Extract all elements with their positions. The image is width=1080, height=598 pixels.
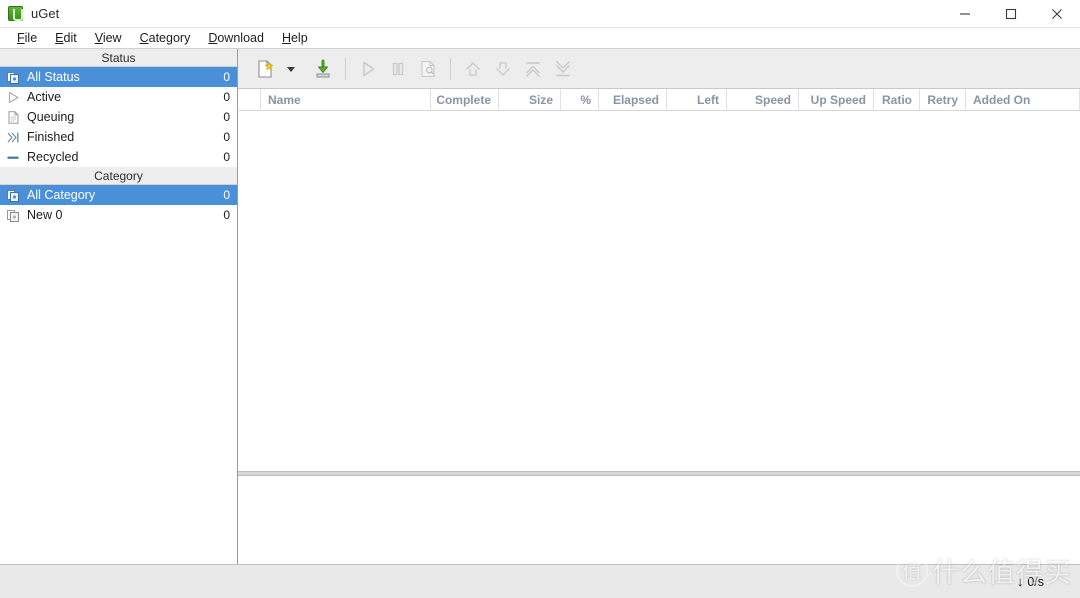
move-up-button[interactable] [458, 54, 488, 84]
column-header-left[interactable]: Left [667, 89, 727, 110]
column-header-speed[interactable]: Speed [727, 89, 799, 110]
toolbar-separator-2 [450, 58, 451, 80]
column-header-ratio[interactable]: Ratio [874, 89, 920, 110]
right-pane: NameCompleteSize%ElapsedLeftSpeedUp Spee… [238, 49, 1080, 564]
sidebar-item-active[interactable]: Active 0 [0, 87, 237, 107]
menu-edit-label: dit [64, 31, 77, 45]
title-bar-left: uGet [0, 6, 59, 21]
download-list: NameCompleteSize%ElapsedLeftSpeedUp Spee… [238, 89, 1080, 471]
download-speed-indicator: ↓ 0/s [1017, 575, 1044, 589]
menu-file[interactable]: File [8, 29, 46, 48]
menu-download-label: ownload [217, 31, 264, 45]
sidebar-item-label: New 0 [27, 208, 217, 222]
all-status-icon [6, 70, 21, 85]
category-icon [6, 208, 21, 223]
status-list: All Status0Active0Queuing0Finished0Recyc… [0, 67, 237, 167]
move-top-button[interactable] [518, 54, 548, 84]
sidebar-item-label: Queuing [27, 110, 217, 124]
column-header-complete[interactable]: Complete [431, 89, 499, 110]
recycled-icon [6, 150, 21, 165]
pause-download-button[interactable] [383, 54, 413, 84]
sidebar-item-label: Finished [27, 130, 217, 144]
menu-view-label: iew [103, 31, 122, 45]
download-list-header: NameCompleteSize%ElapsedLeftSpeedUp Spee… [239, 89, 1080, 111]
sidebar-item-count: 0 [223, 208, 230, 222]
download-speed-value: 0/s [1027, 575, 1044, 589]
sidebar: Status All Status0Active0Queuing0Finishe… [0, 49, 238, 564]
sidebar-item-new-0[interactable]: New 0 0 [0, 205, 237, 225]
sidebar-item-label: All Status [27, 70, 217, 84]
new-download-dropdown[interactable] [280, 54, 302, 84]
menu-file-label: ile [25, 31, 38, 45]
window-controls [942, 0, 1080, 28]
sidebar-item-count: 0 [223, 110, 230, 124]
sidebar-item-label: Recycled [27, 150, 217, 164]
menu-help[interactable]: Help [273, 29, 317, 48]
menu-download[interactable]: Download [199, 29, 273, 48]
sidebar-item-count: 0 [223, 150, 230, 164]
sidebar-item-count: 0 [223, 130, 230, 144]
sidebar-item-recycled[interactable]: Recycled 0 [0, 147, 237, 167]
maximize-button[interactable] [988, 0, 1034, 28]
sidebar-item-label: Active [27, 90, 217, 104]
column-header-name[interactable]: Name [261, 89, 431, 110]
sidebar-item-count: 0 [223, 188, 230, 202]
main-body: Status All Status0Active0Queuing0Finishe… [0, 49, 1080, 564]
menu-category-label: ategory [149, 31, 191, 45]
uget-window: uGet File Edit View Category Download He… [0, 0, 1080, 598]
active-icon [6, 90, 21, 105]
import-download-button[interactable] [308, 54, 338, 84]
close-button[interactable] [1034, 0, 1080, 28]
column-header-size[interactable]: Size [499, 89, 561, 110]
sidebar-empty-area [0, 225, 237, 564]
menu-view[interactable]: View [86, 29, 131, 48]
column-header-blank[interactable] [239, 89, 261, 110]
status-section-header: Status [0, 49, 237, 67]
column-header-percent[interactable]: % [561, 89, 599, 110]
minimize-button[interactable] [942, 0, 988, 28]
sidebar-item-queuing[interactable]: Queuing 0 [0, 107, 237, 127]
menu-help-label: elp [291, 31, 308, 45]
status-bar: ↓ 0/s ↑ 0/s [0, 564, 1080, 598]
category-list: All Category 0 New 0 0 [0, 185, 237, 225]
window-title: uGet [31, 6, 59, 21]
arrow-down-icon: ↓ [1017, 575, 1024, 588]
sidebar-item-finished[interactable]: Finished 0 [0, 127, 237, 147]
column-header-retry[interactable]: Retry [920, 89, 966, 110]
sidebar-item-count: 0 [223, 70, 230, 84]
toolbar-separator-1 [345, 58, 346, 80]
column-header-added-on[interactable]: Added On [966, 89, 1080, 110]
download-list-body[interactable] [239, 111, 1080, 471]
move-down-button[interactable] [488, 54, 518, 84]
sidebar-item-all-status[interactable]: All Status 0 [0, 67, 237, 87]
speed-indicators: ↓ 0/s ↑ 0/s [1017, 575, 1080, 589]
menu-edit[interactable]: Edit [46, 29, 86, 48]
all-category-icon [6, 188, 21, 203]
new-download-button[interactable] [250, 54, 280, 84]
title-bar: uGet [0, 0, 1080, 28]
column-header-elapsed[interactable]: Elapsed [599, 89, 667, 110]
sidebar-item-all-category[interactable]: All Category 0 [0, 185, 237, 205]
uget-icon [8, 6, 23, 21]
finished-icon [6, 130, 21, 145]
download-summary-panel [238, 476, 1080, 564]
toolbar [238, 49, 1080, 89]
start-download-button[interactable] [353, 54, 383, 84]
menu-bar: File Edit View Category Download Help [0, 28, 1080, 49]
sidebar-item-count: 0 [223, 90, 230, 104]
move-bottom-button[interactable] [548, 54, 578, 84]
category-section-header: Category [0, 167, 237, 185]
queuing-icon [6, 110, 21, 125]
sidebar-item-label: All Category [27, 188, 217, 202]
menu-category[interactable]: Category [131, 29, 200, 48]
column-header-up-speed[interactable]: Up Speed [799, 89, 874, 110]
download-properties-button[interactable] [413, 54, 443, 84]
